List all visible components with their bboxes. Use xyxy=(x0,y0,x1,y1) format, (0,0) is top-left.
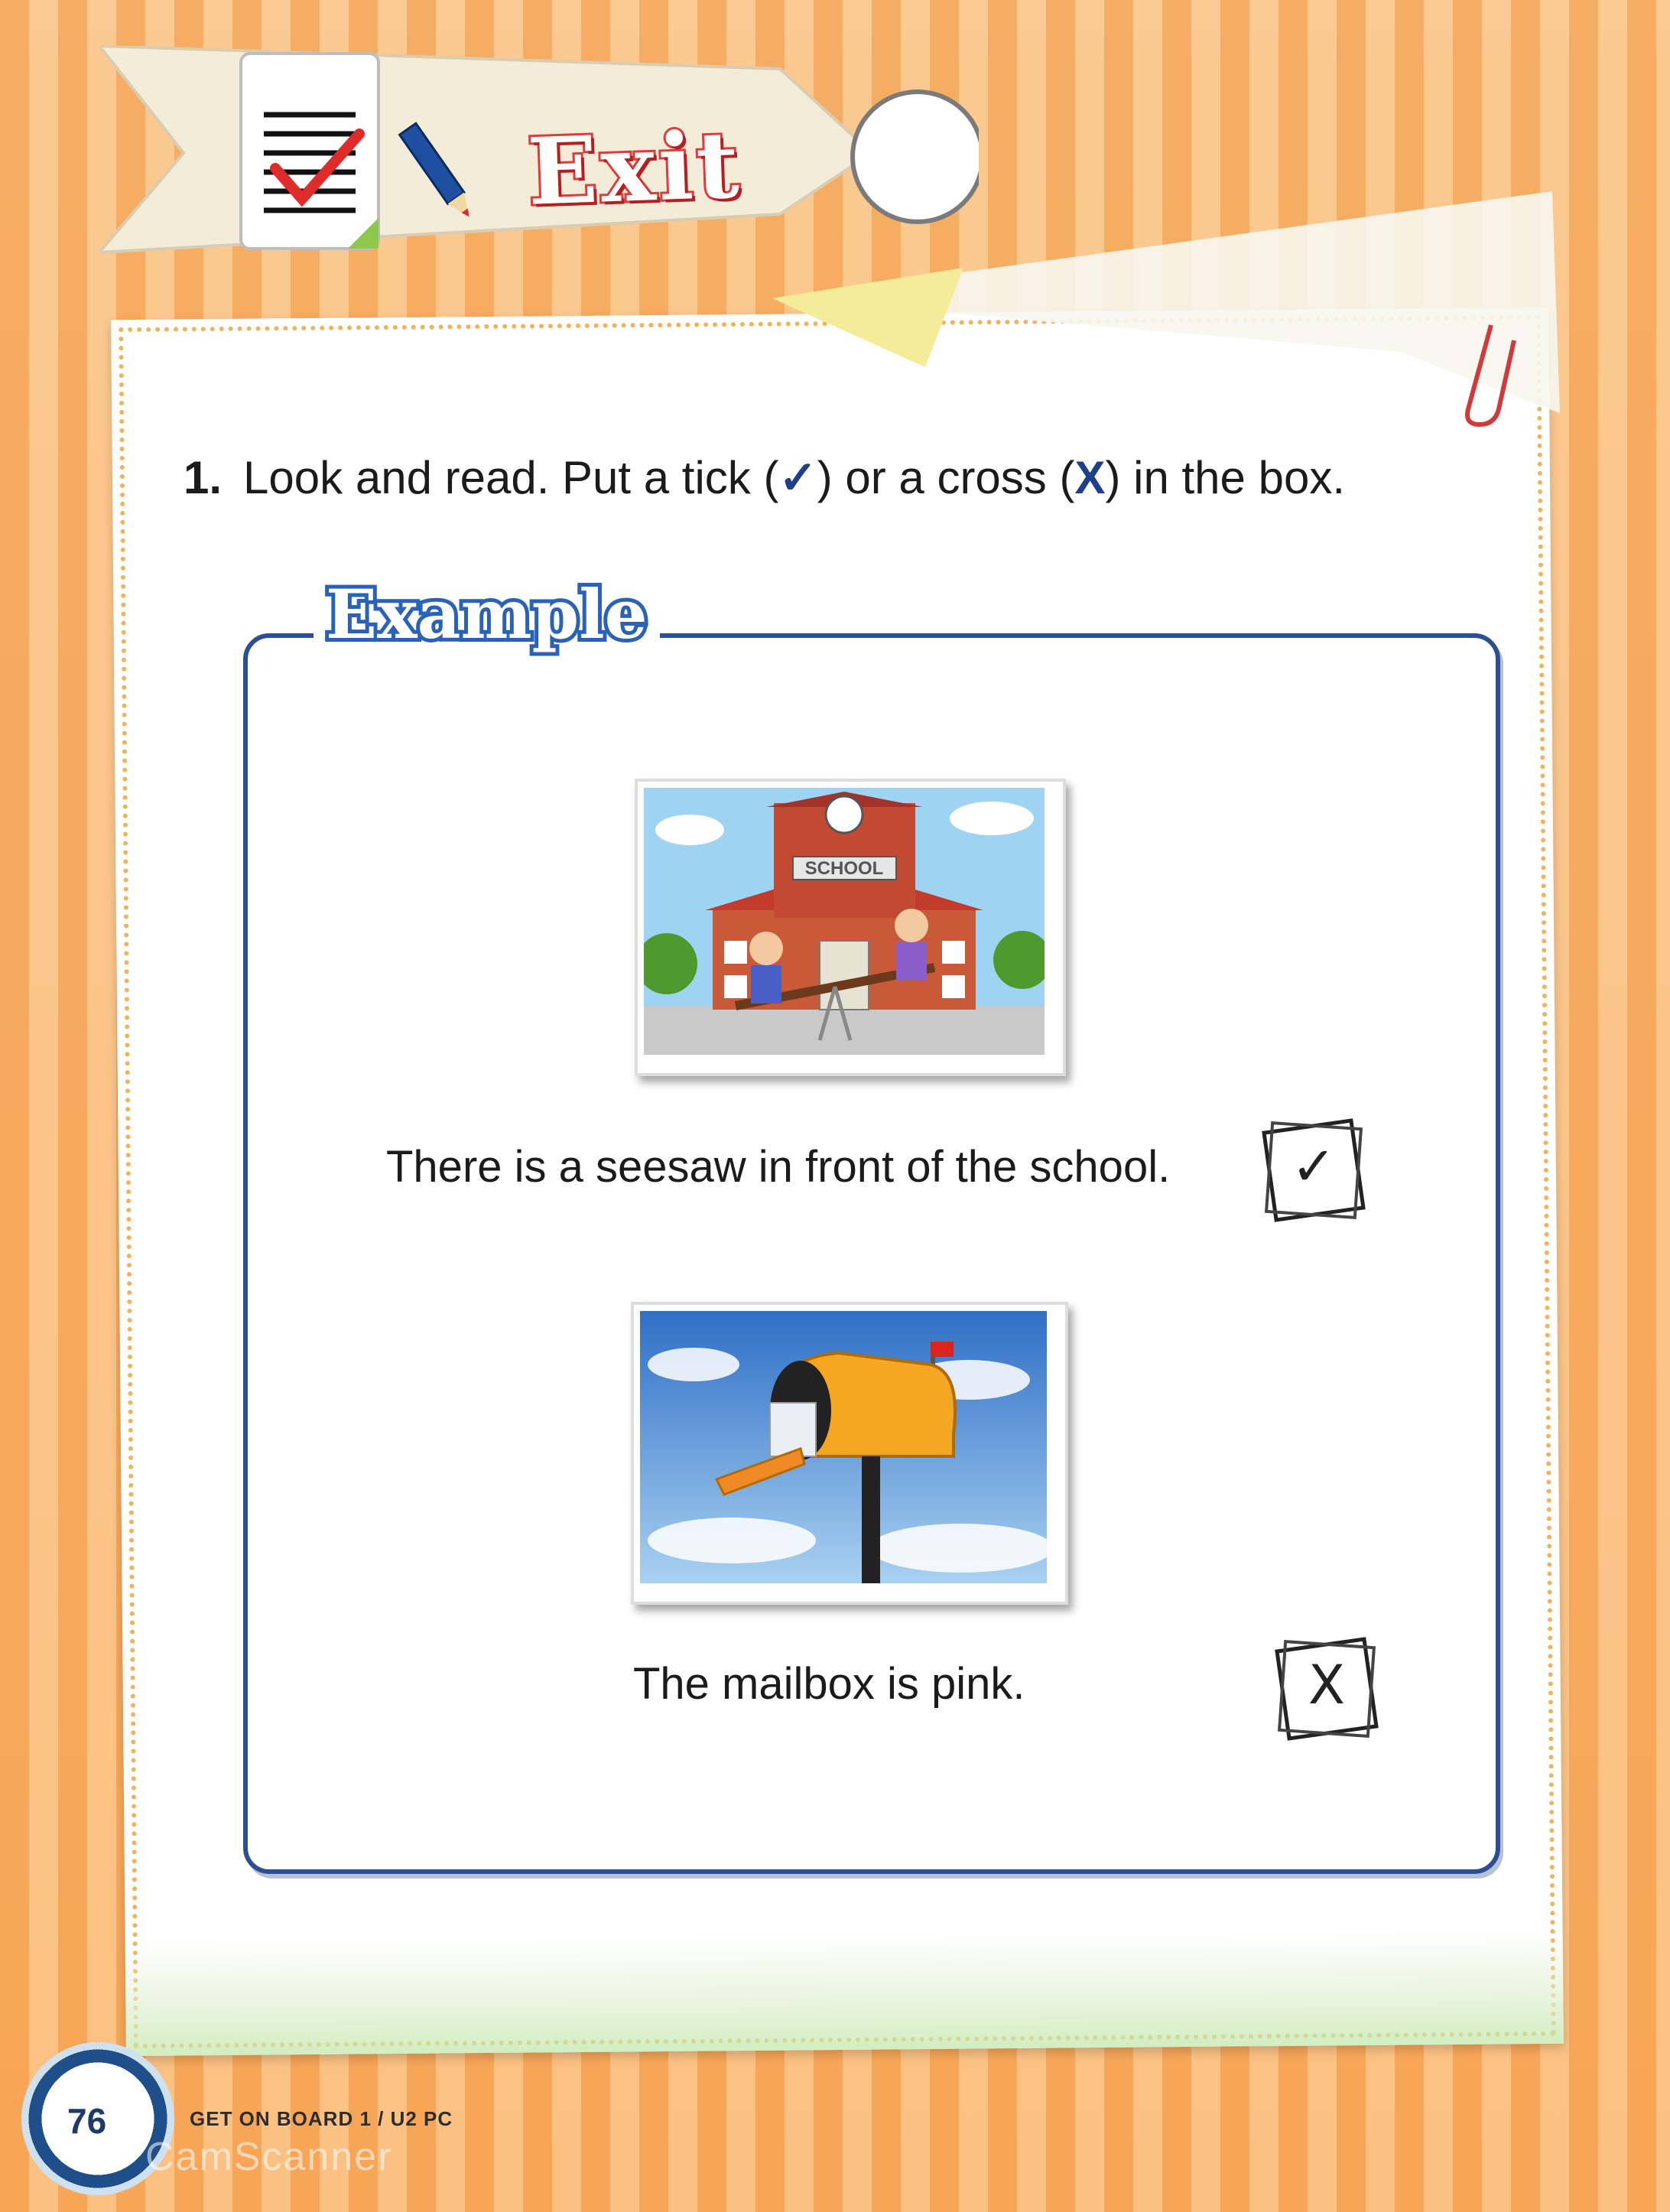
book-footer-text: GET ON BOARD 1 / U2 PC xyxy=(190,2107,453,2130)
card-bottom-fade xyxy=(125,1928,1564,2057)
school-sign-text: SCHOOL xyxy=(805,858,884,879)
page-number: 76 xyxy=(67,2101,107,2141)
exercise-number: 1. xyxy=(184,452,223,503)
answer-box-tick[interactable]: ✓ xyxy=(1262,1118,1366,1222)
instruction-start: Look and read. Put a tick ( xyxy=(243,452,779,503)
tick-symbol: ✓ xyxy=(778,452,817,503)
paperclip-icon xyxy=(1438,317,1522,432)
sentence-mailbox: The mailbox is pink. xyxy=(633,1659,1025,1709)
scanner-watermark: CamScanner xyxy=(145,2135,393,2179)
answer-box-cross[interactable]: X xyxy=(1275,1637,1379,1741)
mailbox-picture xyxy=(631,1302,1068,1605)
cross-symbol: X xyxy=(1074,452,1106,503)
sentence-seesaw: There is a seesaw in front of the school… xyxy=(386,1142,1171,1192)
school-seesaw-picture: SCHOOL xyxy=(635,779,1066,1076)
exercise-instruction: 1. Look and read. Put a tick (✓) or a cro… xyxy=(184,451,1345,505)
instruction-middle: ) or a cross ( xyxy=(817,452,1075,503)
tick-mark: ✓ xyxy=(1291,1135,1337,1198)
example-label: Example xyxy=(314,574,660,655)
document-check-icon xyxy=(233,46,394,260)
pencil-icon xyxy=(394,115,486,229)
cross-mark: X xyxy=(1308,1654,1345,1716)
instruction-end: ) in the box. xyxy=(1105,452,1345,503)
page-title: Exit xyxy=(524,109,746,229)
